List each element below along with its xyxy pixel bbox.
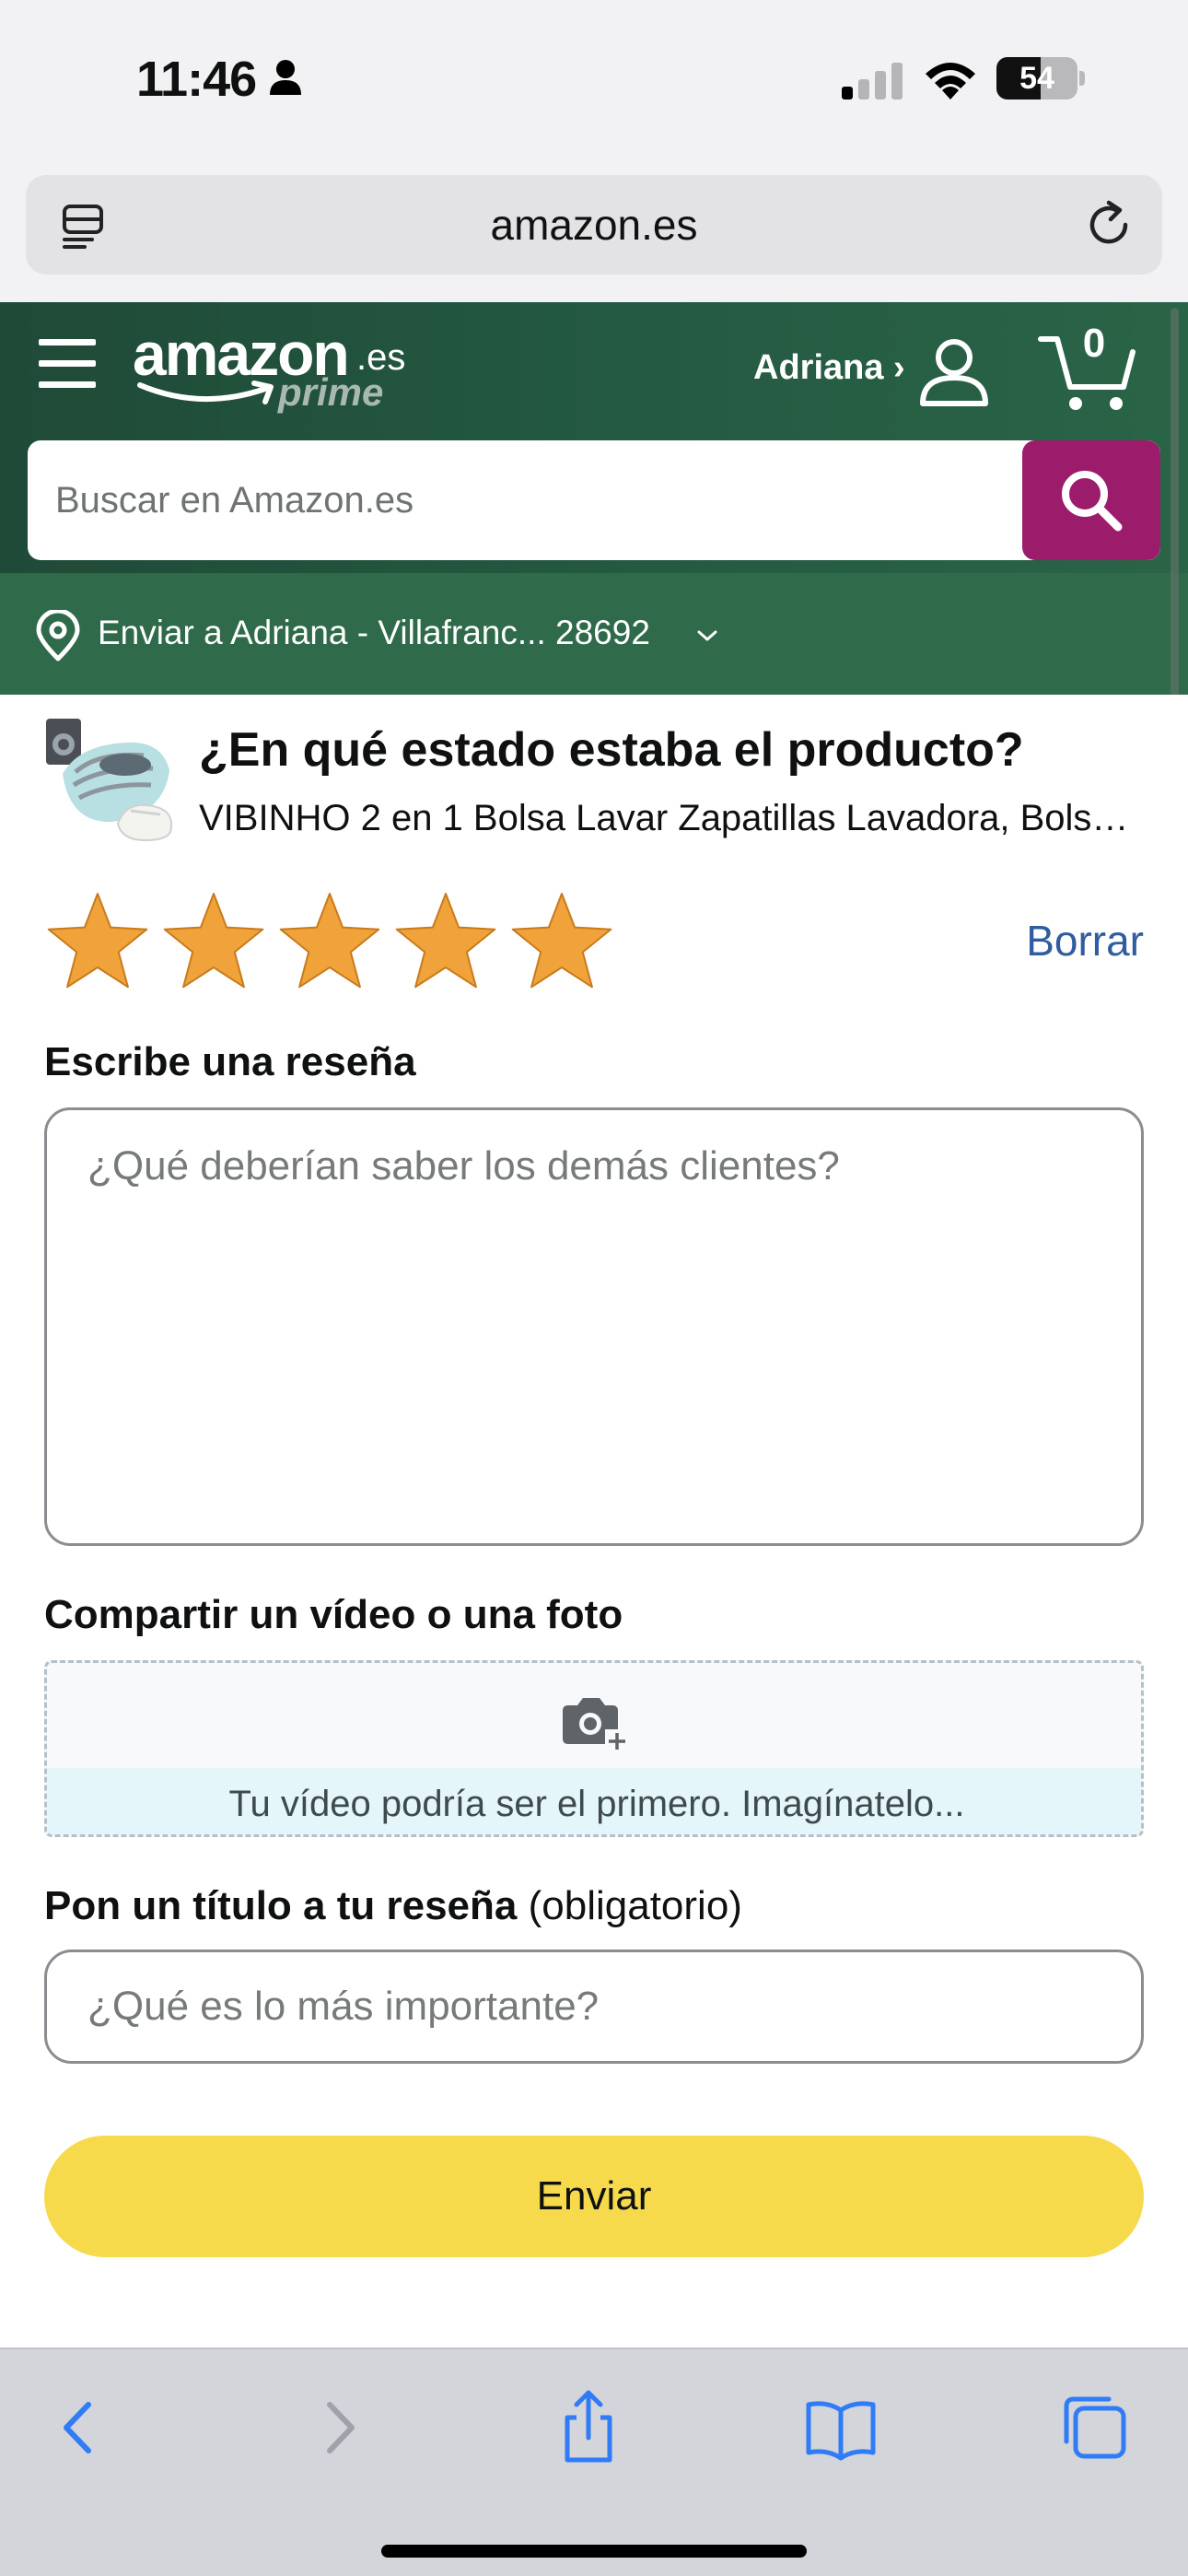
home-indicator <box>381 2545 807 2558</box>
reload-icon[interactable] <box>1081 197 1136 252</box>
status-time: 11:46 <box>136 52 257 107</box>
title-required-note: (obligatorio) <box>528 1883 742 1928</box>
reader-mode-icon[interactable] <box>61 203 107 249</box>
account-link[interactable]: Adriana › <box>753 348 905 388</box>
person-icon <box>270 60 301 95</box>
address-bar[interactable]: amazon.es <box>26 175 1162 275</box>
wifi-icon <box>926 63 975 100</box>
chevron-down-icon <box>697 630 717 641</box>
url-text[interactable]: amazon.es <box>26 175 1162 275</box>
site-header: amazon .es prime Adriana › 0 <box>0 302 1188 573</box>
battery-icon: 54 <box>996 57 1085 100</box>
star-icon-2[interactable] <box>158 888 269 999</box>
media-upload-area[interactable]: Tu vídeo podría ser el primero. Imagínat… <box>44 1660 1144 1837</box>
review-form: ¿En qué estado estaba el producto? VIBIN… <box>0 695 1188 2348</box>
star-icon-4[interactable] <box>390 888 501 999</box>
review-textarea[interactable] <box>44 1107 1144 1546</box>
logo-prime: prime <box>278 370 384 414</box>
forward-icon[interactable] <box>297 2386 379 2469</box>
review-title-input[interactable] <box>44 1950 1144 2064</box>
clear-rating-link[interactable]: Borrar <box>1026 916 1144 966</box>
menu-icon[interactable] <box>39 339 96 389</box>
star-icon-5[interactable] <box>507 888 617 999</box>
status-bar: 11:46 54 <box>0 0 1188 157</box>
smile-icon <box>137 381 274 404</box>
location-pin-icon <box>36 610 80 662</box>
camera-plus-icon <box>563 1698 629 1751</box>
title-label: Pon un título a tu reseña (obligatorio) <box>44 1883 742 1929</box>
star-icon-3[interactable] <box>274 888 385 999</box>
account-icon[interactable] <box>917 335 991 409</box>
submit-button[interactable]: Enviar <box>44 2136 1144 2257</box>
search-button[interactable] <box>1022 440 1160 560</box>
cellular-signal-icon <box>842 63 903 100</box>
battery-level: 54 <box>1019 61 1054 96</box>
tabs-icon[interactable] <box>1054 2386 1136 2469</box>
amazon-logo[interactable]: amazon .es prime <box>129 319 405 420</box>
delivery-address[interactable]: Enviar a Adriana - Villafranc... 28692 <box>98 614 650 652</box>
review-question: ¿En qué estado estaba el producto? <box>199 723 1024 777</box>
media-hint: Tu vídeo podría ser el primero. Imagínat… <box>47 1768 1141 1834</box>
back-icon[interactable] <box>39 2386 122 2469</box>
delivery-location-bar[interactable]: Enviar a Adriana - Villafranc... 28692 <box>0 573 1188 695</box>
star-icon-1[interactable] <box>42 888 153 999</box>
write-review-label: Escribe una reseña <box>44 1039 416 1084</box>
bookmarks-icon[interactable] <box>799 2386 882 2469</box>
share-icon[interactable] <box>547 2386 630 2469</box>
search-bar <box>28 440 1160 560</box>
product-name: VIBINHO 2 en 1 Bolsa Lavar Zapatillas La… <box>199 798 1138 838</box>
search-icon <box>1062 471 1123 532</box>
title-label-text: Pon un título a tu reseña <box>44 1883 518 1928</box>
search-input[interactable] <box>28 440 1022 560</box>
media-label: Compartir un vídeo o una foto <box>44 1592 623 1637</box>
product-image <box>46 719 173 842</box>
browser-toolbar <box>0 2348 1188 2576</box>
cart-count: 0 <box>1082 321 1106 366</box>
